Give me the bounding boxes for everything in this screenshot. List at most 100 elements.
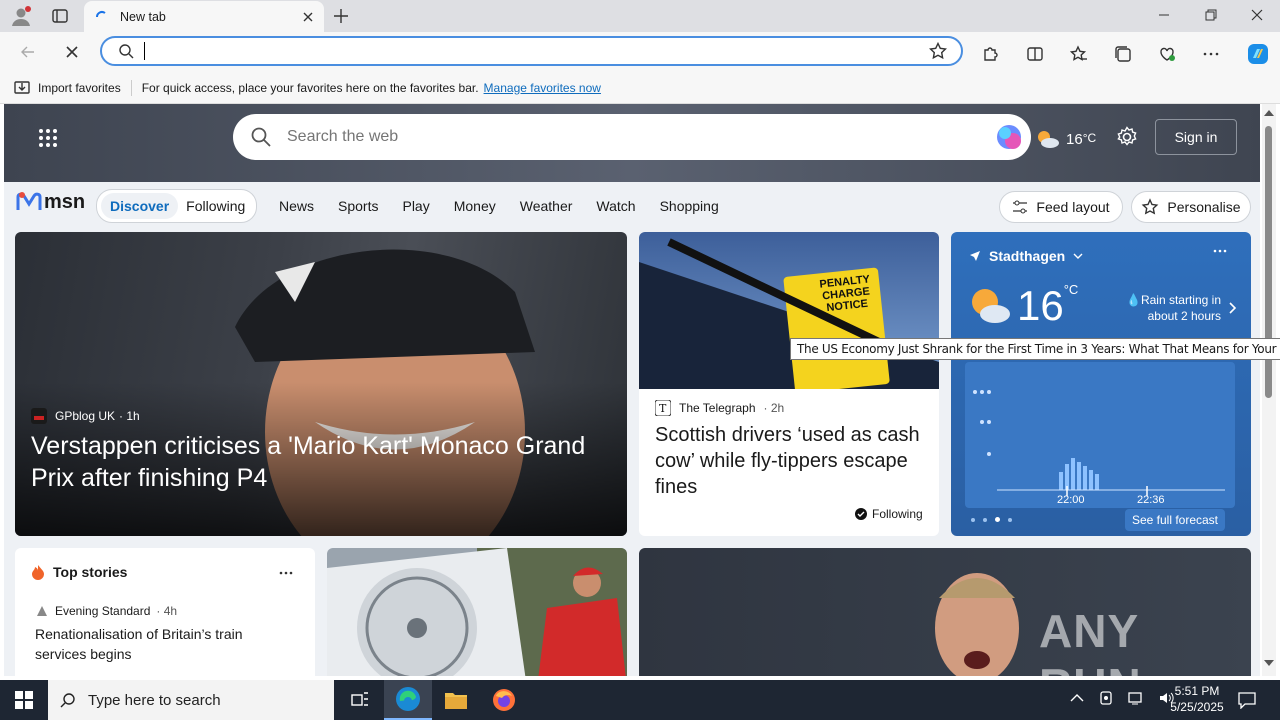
device-icon[interactable]	[1098, 690, 1114, 706]
new-tab-button[interactable]	[333, 8, 349, 24]
nav-money[interactable]: Money	[454, 198, 496, 214]
personalise-button[interactable]: Personalise	[1131, 191, 1251, 223]
carousel-dots[interactable]	[971, 517, 1012, 522]
nav-watch[interactable]: Watch	[596, 198, 635, 214]
sliders-icon	[1012, 199, 1028, 215]
telegraph-card[interactable]: PENALTY CHARGE NOTICE T The Telegraph · …	[639, 232, 939, 536]
copilot-icon[interactable]	[1246, 42, 1270, 66]
copilot-search-icon[interactable]	[995, 123, 1023, 151]
hero-source: GPblog UK	[55, 409, 116, 423]
telegraph-source-row: T The Telegraph · 2h	[655, 400, 784, 416]
scroll-down-arrow[interactable]	[1264, 660, 1274, 666]
top-stories-card: Top stories Evening Standard · 4h Renati…	[15, 548, 315, 676]
evening-standard-logo-icon	[35, 604, 49, 618]
top-stories-more-icon[interactable]	[279, 570, 293, 576]
chevron-right-icon[interactable]	[1229, 302, 1237, 314]
restore-icon[interactable]	[1205, 9, 1217, 21]
notifications-icon[interactable]	[1238, 691, 1256, 709]
profile-icon[interactable]	[10, 5, 32, 27]
nav-sports[interactable]: Sports	[338, 198, 378, 214]
time-label-1: 22:00	[1057, 494, 1085, 506]
weather-more-icon[interactable]	[1213, 248, 1227, 254]
story-headline[interactable]: Renationalisation of Britain’s train ser…	[35, 624, 295, 664]
telegraph-age: · 2h	[763, 401, 785, 415]
see-full-forecast-button[interactable]: See full forecast	[1125, 509, 1225, 531]
header-temp-unit: °C	[1082, 130, 1097, 145]
split-screen-icon[interactable]	[1026, 45, 1044, 63]
feed-layout-button[interactable]: Feed layout	[999, 191, 1123, 223]
heat-pump-card[interactable]	[327, 548, 627, 676]
extensions-icon[interactable]	[982, 45, 1000, 63]
nav-weather[interactable]: Weather	[520, 198, 573, 214]
svg-text:T: T	[659, 402, 667, 415]
favorite-star-icon[interactable]	[929, 42, 947, 60]
following-label: Following	[872, 507, 923, 521]
hero-headline[interactable]: Verstappen criticises a 'Mario Kart' Mon…	[31, 430, 611, 494]
manage-favorites-link[interactable]: Manage favorites now	[484, 81, 601, 95]
feed-layout-label: Feed layout	[1036, 199, 1110, 215]
story-source: Evening Standard	[55, 604, 151, 618]
more-menu-icon[interactable]	[1202, 45, 1220, 63]
time-label-2: 22:36	[1137, 494, 1165, 506]
file-explorer-icon[interactable]	[432, 680, 480, 720]
carousel-dot[interactable]	[983, 517, 987, 522]
collections-icon[interactable]	[1114, 45, 1132, 63]
task-view-icon[interactable]	[336, 680, 384, 720]
import-favorites-button[interactable]: Import favorites	[38, 81, 121, 95]
taskbar-search-placeholder: Type here to search	[88, 691, 221, 709]
carousel-dot-active[interactable]	[995, 517, 1000, 522]
firefox-icon[interactable]	[480, 680, 528, 720]
telegraph-headline[interactable]: Scottish drivers ‘used as cash cow’ whil…	[655, 422, 930, 500]
nav-shopping[interactable]: Shopping	[660, 198, 719, 214]
stop-loading-icon[interactable]	[64, 44, 80, 60]
carousel-dot[interactable]	[1008, 517, 1012, 522]
nav-play[interactable]: Play	[402, 198, 429, 214]
taskbar-clock[interactable]: 5:51 PM 5/25/2025	[1162, 683, 1232, 715]
network-icon[interactable]	[1128, 690, 1144, 706]
tab-following[interactable]: Following	[178, 193, 253, 219]
following-badge[interactable]: Following	[855, 507, 923, 521]
tab-discover[interactable]: Discover	[101, 193, 179, 219]
weather-card[interactable]: Stadthagen 16°C 💧Rain starting in about …	[951, 232, 1251, 536]
scrollbar-track[interactable]	[1262, 104, 1276, 676]
back-icon[interactable]	[20, 44, 36, 60]
carousel-dot[interactable]	[971, 517, 975, 522]
sparkle-star-icon	[1141, 198, 1159, 216]
personalise-label: Personalise	[1167, 199, 1241, 215]
search-icon	[60, 692, 76, 708]
weather-temp: 16	[1017, 282, 1064, 329]
sign-in-button[interactable]: Sign in	[1155, 119, 1237, 155]
hero-card[interactable]: GPblog UK · 1h Verstappen criticises a '…	[15, 232, 627, 536]
windows-taskbar: Type here to search 5:51 PM 5/25/2025	[0, 680, 1280, 720]
favorites-icon[interactable]	[1070, 45, 1088, 63]
penalty-notice-photo: PENALTY CHARGE NOTICE	[639, 232, 939, 389]
nav-news[interactable]: News	[279, 198, 314, 214]
rugby-card[interactable]: ANY RUN	[639, 548, 1251, 676]
msn-search-input[interactable]	[287, 128, 995, 146]
raindrop-icon: 💧	[1126, 293, 1141, 307]
header-weather[interactable]: 16°C	[1034, 128, 1096, 150]
msn-logo-text: msn	[44, 190, 86, 213]
browser-essentials-icon[interactable]	[1158, 45, 1176, 63]
address-bar[interactable]	[100, 36, 963, 66]
close-tab-icon[interactable]	[302, 11, 314, 23]
penalty-sign-text: PENALTY CHARGE NOTICE	[818, 273, 871, 315]
close-window-icon[interactable]	[1251, 9, 1263, 21]
minimize-icon[interactable]	[1158, 9, 1170, 21]
msn-logo[interactable]: msn	[16, 190, 85, 214]
taskbar-search-box[interactable]: Type here to search	[48, 680, 334, 720]
checkmark-icon	[855, 508, 867, 520]
tab-actions-icon[interactable]	[52, 8, 68, 24]
weather-location[interactable]: Stadthagen	[969, 248, 1083, 264]
address-input[interactable]	[144, 42, 929, 60]
app-launcher-icon[interactable]	[38, 128, 58, 148]
precipitation-chart: 22:00 22:36	[965, 362, 1235, 508]
edge-taskbar-icon[interactable]	[384, 680, 432, 720]
settings-gear-icon[interactable]	[1116, 126, 1138, 148]
show-hidden-icons[interactable]	[1070, 693, 1084, 703]
msn-search-box[interactable]	[233, 114, 1031, 160]
start-button[interactable]	[0, 680, 48, 720]
favorites-bar: Import favorites For quick access, place…	[0, 72, 1280, 104]
scroll-up-arrow[interactable]	[1264, 110, 1274, 116]
tab-new-tab[interactable]: New tab	[84, 1, 324, 32]
